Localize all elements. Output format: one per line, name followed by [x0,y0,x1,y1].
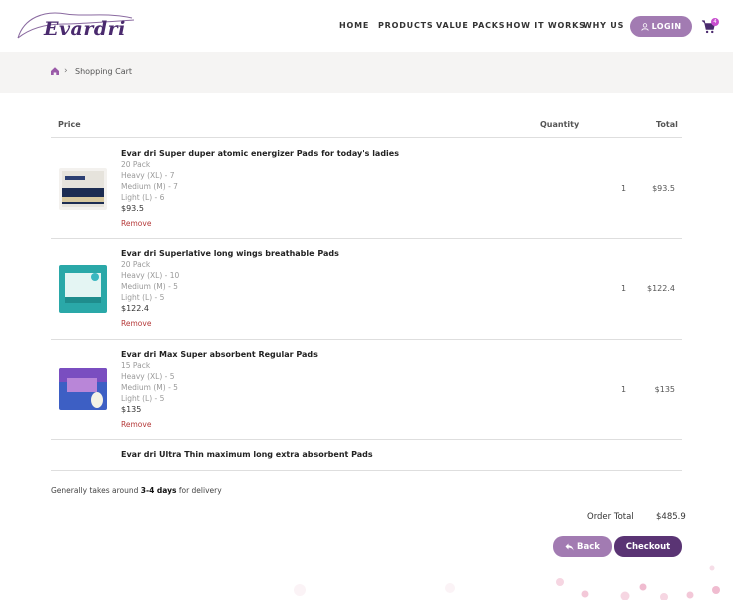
product-detail: Heavy (XL) - 10 [121,271,180,280]
checkout-label: Checkout [625,541,671,552]
cart-row: Evar dri Ultra Thin maximum long extra a… [51,440,682,470]
delivery-suffix: for delivery [176,486,222,495]
column-header-price: Price [58,120,81,129]
nav-why-us[interactable]: WHY US [583,21,624,30]
nav-value-packs[interactable]: VALUE PACKS [436,21,505,30]
product-detail: Light (L) - 6 [121,193,165,202]
chevron-right-icon: › [64,66,68,76]
remove-link[interactable]: Remove [121,420,151,429]
nav-products[interactable]: PRODUCTS [378,21,433,30]
product-image[interactable] [59,168,107,210]
product-pack: 15 Pack [121,361,151,370]
product-detail: Light (L) - 5 [121,293,165,302]
product-image[interactable] [59,368,107,410]
cart-row: Evar dri Superlative long wings breathab… [51,239,682,339]
product-detail: Heavy (XL) - 5 [121,372,175,381]
nav-home[interactable]: HOME [339,21,369,30]
back-label: Back [577,541,600,552]
back-button[interactable]: Back [553,536,612,557]
product-price: $122.4 [121,304,149,313]
delivery-days: 3-4 days [140,486,177,495]
login-button[interactable]: LOGIN [630,16,692,37]
nav-how-it-works[interactable]: HOW IT WORKS [506,21,586,30]
brand-name[interactable]: Evardri [44,18,126,40]
quantity-value: 1 [621,184,627,193]
quantity-value: 1 [621,385,627,394]
cart-row: Evar dri Max Super absorbent Regular Pad… [51,340,682,440]
page: Evardri HOME PRODUCTS VALUE PACKS HOW IT… [0,0,733,600]
remove-link[interactable]: Remove [121,219,151,228]
cart-row: Evar dri Super duper atomic energizer Pa… [51,138,682,238]
divider [51,470,682,471]
product-image[interactable] [59,265,107,313]
line-total: $135 [654,385,675,394]
column-header-total: Total [656,120,678,129]
product-detail: Medium (M) - 7 [121,182,178,191]
line-total: $93.5 [652,184,675,193]
order-total-value: $485.9 [656,512,686,522]
order-total-label: Order Total [587,512,634,522]
user-icon [640,22,649,31]
site-header: Evardri HOME PRODUCTS VALUE PACKS HOW IT… [0,0,733,52]
login-label: LOGIN [651,22,682,31]
product-detail: Medium (M) - 5 [121,282,178,291]
checkout-button[interactable]: Checkout [614,536,682,557]
product-name[interactable]: Evar dri Ultra Thin maximum long extra a… [121,450,373,459]
line-total: $122.4 [647,284,675,293]
column-header-quantity: Quantity [540,120,580,129]
home-icon[interactable] [50,66,60,76]
cherry-blossom-decoration [294,565,720,600]
product-pack: 20 Pack [121,160,151,169]
product-detail: Medium (M) - 5 [121,383,178,392]
product-price: $93.5 [121,204,144,213]
product-pack: 20 Pack [121,260,151,269]
product-name[interactable]: Evar dri Superlative long wings breathab… [121,249,339,258]
cart-count-badge: 4 [711,18,719,26]
product-price: $135 [121,405,142,414]
breadcrumb-current: Shopping Cart [75,67,133,76]
product-name[interactable]: Evar dri Super duper atomic energizer Pa… [121,149,399,158]
product-detail: Light (L) - 5 [121,394,165,403]
delivery-note: Generally takes around 3-4 days for deli… [51,486,222,495]
remove-link[interactable]: Remove [121,319,151,328]
product-name[interactable]: Evar dri Max Super absorbent Regular Pad… [121,350,318,359]
reply-arrow-icon [565,543,574,550]
quantity-value: 1 [621,284,627,293]
product-detail: Heavy (XL) - 7 [121,171,175,180]
delivery-prefix: Generally takes around [51,486,141,495]
breadcrumb: › Shopping Cart [0,52,733,93]
